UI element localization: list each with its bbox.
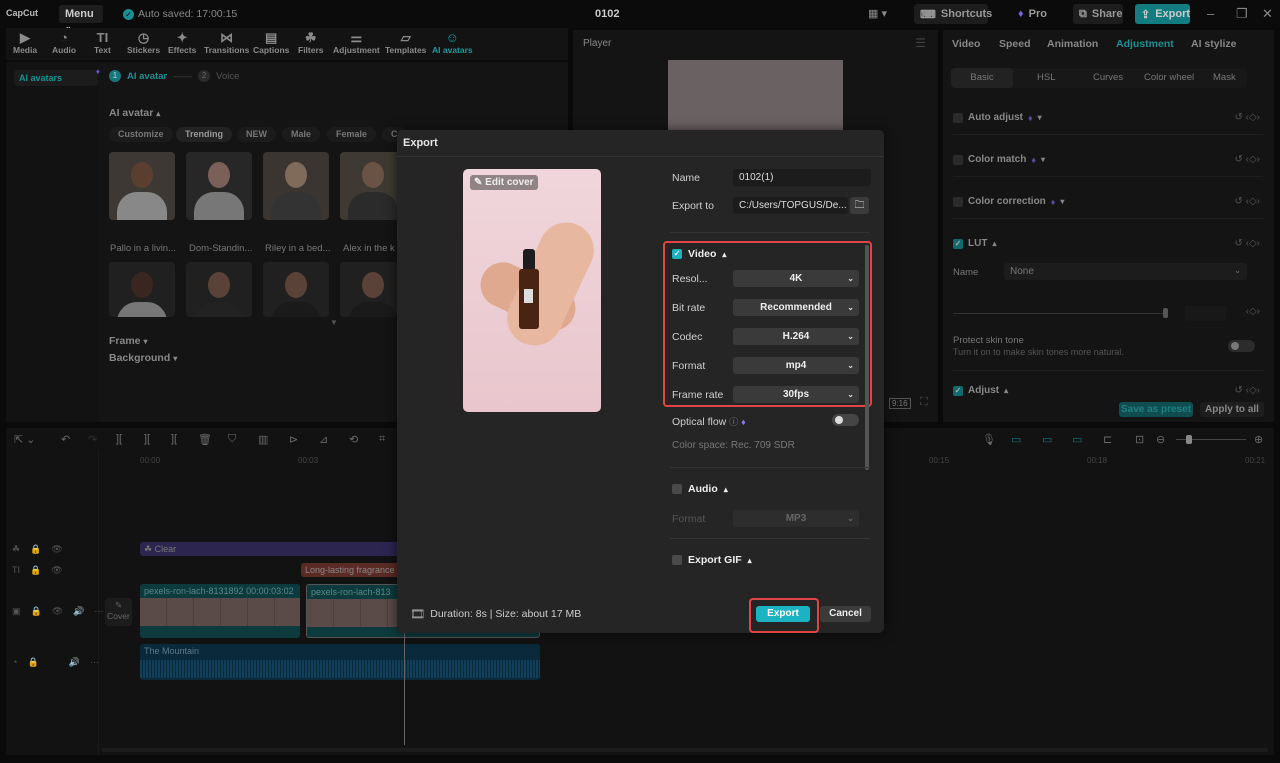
codec-select[interactable]: H.264 ⌄	[733, 328, 859, 345]
divider	[670, 467, 870, 468]
audio-format-select[interactable]: MP3 ⌄	[733, 510, 859, 527]
caret-up-icon[interactable]: ▴	[722, 250, 726, 259]
frame-rate-label: Frame rate	[672, 389, 724, 401]
name-label: Name	[672, 172, 701, 184]
gif-checkbox[interactable]	[672, 555, 682, 565]
frame-rate-select[interactable]: 30fps ⌄	[733, 386, 859, 403]
edit-cover-button[interactable]: ✎ Edit cover	[470, 175, 538, 190]
optical-flow-label: Optical flow ⓘ ♦	[672, 415, 746, 428]
edit-cover-label: Edit cover	[485, 177, 534, 188]
codec-label: Codec	[672, 331, 703, 343]
chevron-down-icon: ⌄	[847, 514, 854, 523]
divider	[670, 232, 870, 233]
pencil-icon: ✎	[474, 177, 486, 188]
export-button[interactable]: Export	[756, 606, 810, 622]
chevron-down-icon: ⌄	[847, 332, 854, 341]
help-icon[interactable]: ⓘ	[729, 417, 738, 427]
export-path-input[interactable]: C:/Users/TOPGUS/De...	[733, 197, 848, 214]
bitrate-select[interactable]: Recommended ⌄	[733, 299, 859, 316]
dialog-title: Export	[403, 137, 438, 149]
optical-flow-toggle[interactable]	[832, 414, 859, 426]
color-space-text: Color space: Rec. 709 SDR	[672, 440, 795, 451]
cancel-button[interactable]: Cancel	[820, 606, 871, 622]
settings-scrollbar[interactable]	[865, 245, 869, 470]
cover-image-bottle-cap	[523, 249, 535, 271]
export-to-label: Export to	[672, 200, 715, 212]
divider	[397, 156, 884, 157]
video-section-label: Video	[688, 248, 717, 260]
resolution-select[interactable]: 4K ⌄	[733, 270, 859, 287]
diamond-icon: ♦	[741, 417, 746, 427]
chevron-down-icon: ⌄	[847, 274, 854, 283]
chevron-down-icon: ⌄	[847, 390, 854, 399]
format-label: Format	[672, 360, 706, 372]
cover-preview: ✎ Edit cover	[463, 169, 601, 412]
chevron-down-icon: ⌄	[847, 361, 854, 370]
film-icon: 🎞	[410, 607, 426, 621]
video-section-header: ✓ Video ▴	[672, 248, 726, 260]
divider	[670, 538, 870, 539]
name-input[interactable]: 0102(1)	[733, 169, 871, 186]
format-select[interactable]: mp4 ⌄	[733, 357, 859, 374]
caret-up-icon[interactable]: ▴	[748, 556, 752, 565]
gif-section-label: Export GIF	[688, 554, 742, 566]
bitrate-value: Recommended	[760, 302, 832, 313]
audio-format-value: MP3	[785, 513, 807, 524]
resolution-label: Resol...	[672, 273, 708, 285]
audio-checkbox[interactable]	[672, 484, 682, 494]
folder-icon[interactable]: 🗀	[850, 197, 869, 214]
audio-section-header: Audio ▴	[672, 483, 728, 495]
export-info: 🎞 Duration: 8s | Size: about 17 MB	[410, 607, 581, 621]
audio-section-label: Audio	[688, 483, 718, 495]
gif-section-header: Export GIF ▴	[672, 554, 752, 566]
codec-value: H.264	[782, 331, 810, 342]
bitrate-label: Bit rate	[672, 302, 706, 314]
format-value: mp4	[785, 360, 807, 371]
audio-format-label: Format	[672, 513, 706, 525]
frame-rate-value: 30fps	[782, 389, 810, 400]
resolution-value: 4K	[789, 273, 803, 284]
optical-flow-text: Optical flow	[672, 416, 727, 428]
export-dialog: Export ✎ Edit cover Name 0102(1) Export …	[397, 130, 884, 633]
export-info-text: Duration: 8s | Size: about 17 MB	[430, 608, 582, 620]
toggle-knob	[835, 416, 843, 424]
cover-image-label	[524, 289, 533, 303]
caret-up-icon[interactable]: ▴	[724, 485, 728, 494]
video-settings-highlight	[663, 241, 872, 407]
video-checkbox[interactable]: ✓	[672, 249, 682, 259]
chevron-down-icon: ⌄	[847, 303, 854, 312]
